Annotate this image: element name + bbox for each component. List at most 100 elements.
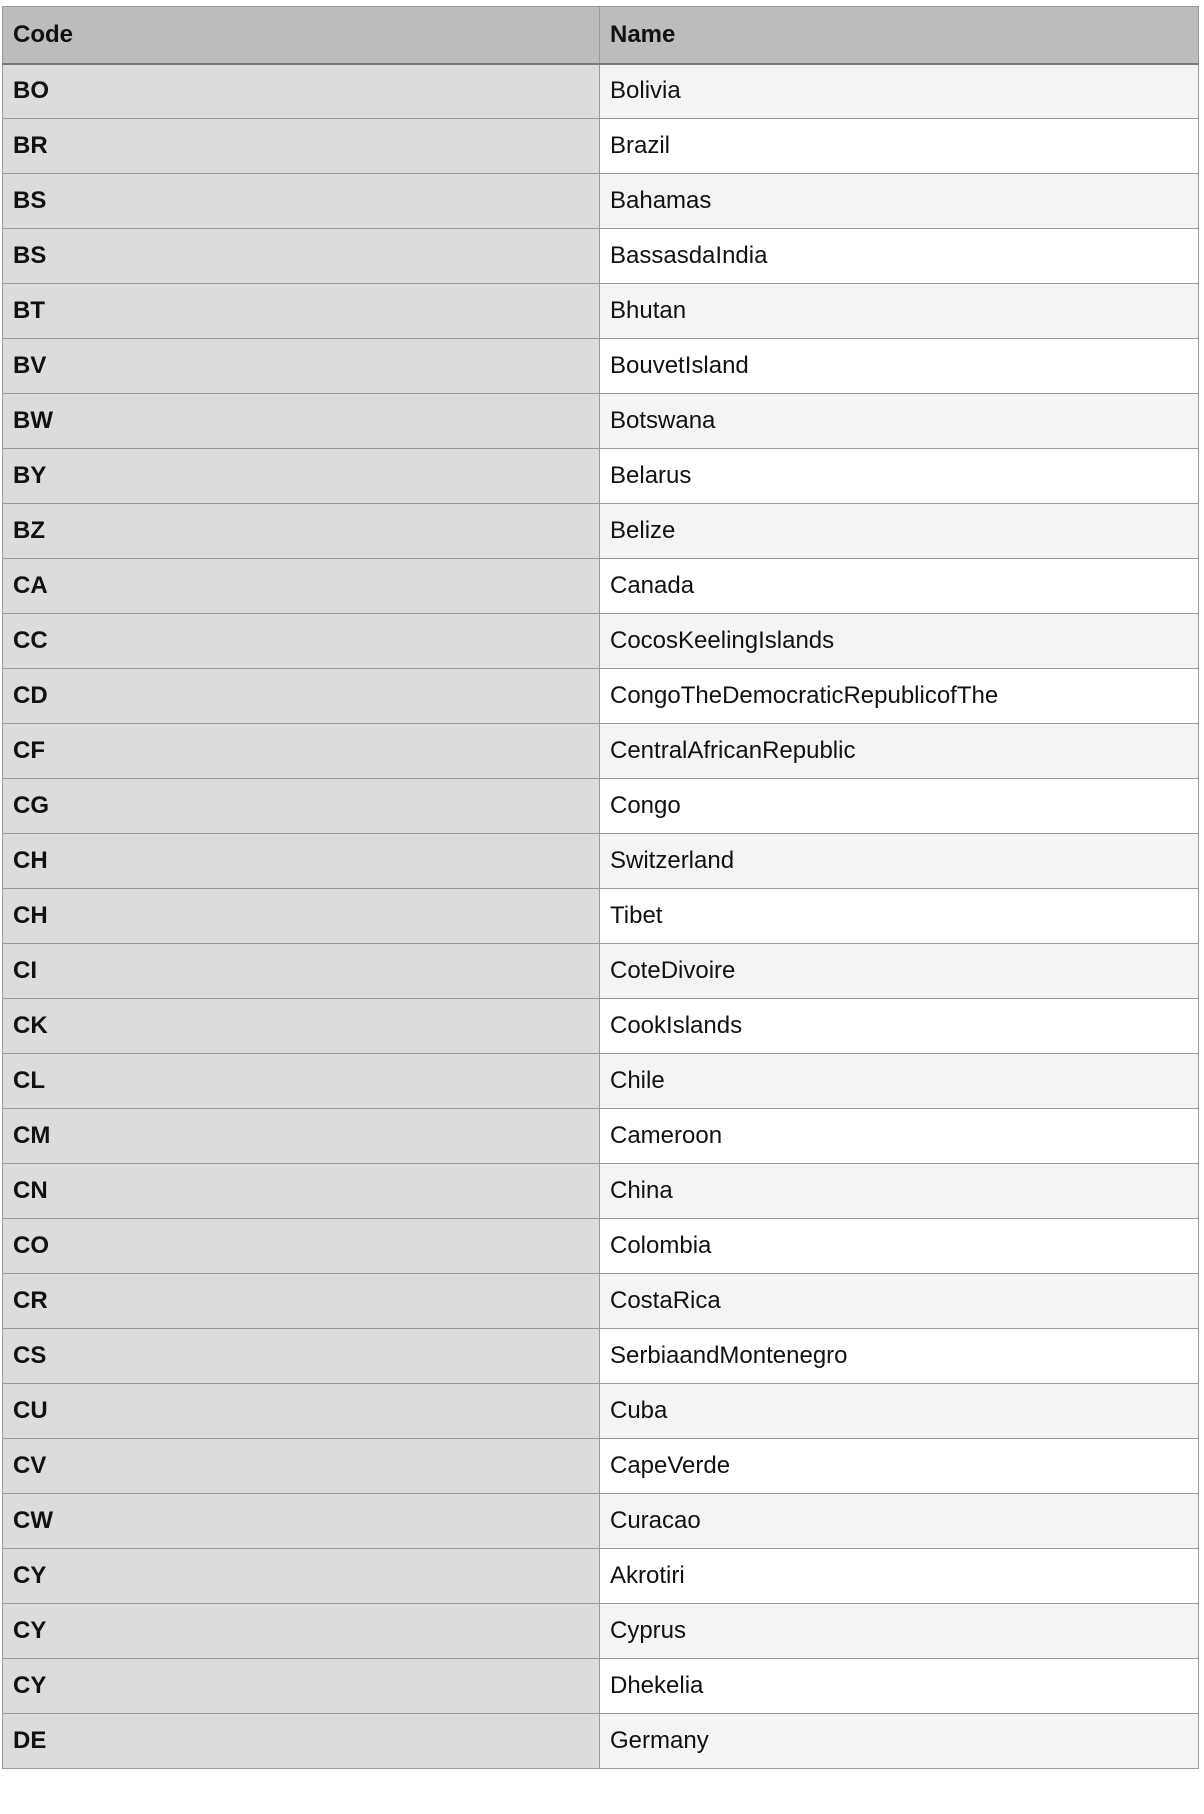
cell-code: BS (2, 173, 600, 229)
table-row[interactable]: CL Chile (2, 1053, 1199, 1109)
table-row[interactable]: CH Switzerland (2, 833, 1199, 889)
table-row[interactable]: CV CapeVerde (2, 1438, 1199, 1494)
cell-name: Belarus (599, 448, 1199, 504)
cell-name: Dhekelia (599, 1658, 1199, 1714)
cell-code: CH (2, 888, 600, 944)
table-row[interactable]: CY Cyprus (2, 1603, 1199, 1659)
table-header: Code Name (2, 6, 1199, 65)
cell-name: Switzerland (599, 833, 1199, 889)
header-row: Code Name (2, 6, 1199, 65)
cell-code: BY (2, 448, 600, 504)
table-row[interactable]: CU Cuba (2, 1383, 1199, 1439)
table-row[interactable]: CA Canada (2, 558, 1199, 614)
country-code-table: Code Name BO Bolivia BR Brazil BS Bahamas BS Ba… (2, 6, 1199, 1769)
cell-name: Cyprus (599, 1603, 1199, 1659)
cell-name: Cameroon (599, 1108, 1199, 1164)
column-header-name[interactable]: Name (599, 6, 1199, 65)
table-row[interactable]: CW Curacao (2, 1493, 1199, 1549)
cell-name: CapeVerde (599, 1438, 1199, 1494)
cell-code: CI (2, 943, 600, 999)
cell-name: CongoTheDemocraticRepublicofThe (599, 668, 1199, 724)
table-row[interactable]: BY Belarus (2, 448, 1199, 504)
table-row[interactable]: CD CongoTheDemocraticRepublicofThe (2, 668, 1199, 724)
cell-code: CY (2, 1603, 600, 1659)
cell-name: Belize (599, 503, 1199, 559)
cell-code: BO (2, 63, 600, 119)
cell-code: CY (2, 1658, 600, 1714)
table-row[interactable]: CN China (2, 1163, 1199, 1219)
cell-name: Brazil (599, 118, 1199, 174)
cell-name: Canada (599, 558, 1199, 614)
table-row[interactable]: BT Bhutan (2, 283, 1199, 339)
cell-code: BW (2, 393, 600, 449)
table-row[interactable]: CK CookIslands (2, 998, 1199, 1054)
cell-code: CD (2, 668, 600, 724)
cell-code: CF (2, 723, 600, 779)
table-row[interactable]: DE Germany (2, 1713, 1199, 1769)
table-row[interactable]: CH Tibet (2, 888, 1199, 944)
cell-code: CC (2, 613, 600, 669)
table-row[interactable]: BS Bahamas (2, 173, 1199, 229)
country-code-table-container: Code Name BO Bolivia BR Brazil BS Bahamas BS Ba… (2, 6, 1199, 1769)
cell-code: CM (2, 1108, 600, 1164)
cell-name: CostaRica (599, 1273, 1199, 1329)
table-row[interactable]: BR Brazil (2, 118, 1199, 174)
cell-name: Colombia (599, 1218, 1199, 1274)
cell-code: CH (2, 833, 600, 889)
cell-code: BS (2, 228, 600, 284)
cell-name: Germany (599, 1713, 1199, 1769)
cell-name: Chile (599, 1053, 1199, 1109)
cell-code: BR (2, 118, 600, 174)
column-header-code[interactable]: Code (2, 6, 600, 65)
table-row[interactable]: CF CentralAfricanRepublic (2, 723, 1199, 779)
cell-name: Botswana (599, 393, 1199, 449)
table-row[interactable]: BO Bolivia (2, 63, 1199, 119)
cell-name: CoteDivoire (599, 943, 1199, 999)
cell-code: CL (2, 1053, 600, 1109)
cell-code: CG (2, 778, 600, 834)
cell-name: Tibet (599, 888, 1199, 944)
cell-name: BassasdaIndia (599, 228, 1199, 284)
table-row[interactable]: CO Colombia (2, 1218, 1199, 1274)
cell-name: SerbiaandMontenegro (599, 1328, 1199, 1384)
cell-name: Bahamas (599, 173, 1199, 229)
table-row[interactable]: CM Cameroon (2, 1108, 1199, 1164)
cell-name: Akrotiri (599, 1548, 1199, 1604)
table-row[interactable]: CY Akrotiri (2, 1548, 1199, 1604)
cell-code: CU (2, 1383, 600, 1439)
table-row[interactable]: CG Congo (2, 778, 1199, 834)
cell-code: CN (2, 1163, 600, 1219)
cell-code: CK (2, 998, 600, 1054)
table-row[interactable]: BS BassasdaIndia (2, 228, 1199, 284)
table-row[interactable]: CC CocosKeelingIslands (2, 613, 1199, 669)
cell-code: DE (2, 1713, 600, 1769)
table-row[interactable]: BZ Belize (2, 503, 1199, 559)
table-row[interactable]: CS SerbiaandMontenegro (2, 1328, 1199, 1384)
cell-code: CO (2, 1218, 600, 1274)
cell-code: BT (2, 283, 600, 339)
table-row[interactable]: CR CostaRica (2, 1273, 1199, 1329)
cell-name: BouvetIsland (599, 338, 1199, 394)
cell-name: Congo (599, 778, 1199, 834)
table-row[interactable]: CI CoteDivoire (2, 943, 1199, 999)
cell-code: CY (2, 1548, 600, 1604)
cell-name: Bolivia (599, 63, 1199, 119)
table-row[interactable]: CY Dhekelia (2, 1658, 1199, 1714)
cell-code: CA (2, 558, 600, 614)
cell-name: China (599, 1163, 1199, 1219)
table-row[interactable]: BW Botswana (2, 393, 1199, 449)
cell-name: CookIslands (599, 998, 1199, 1054)
cell-name: Cuba (599, 1383, 1199, 1439)
cell-code: BZ (2, 503, 600, 559)
cell-name: CentralAfricanRepublic (599, 723, 1199, 779)
table-body: BO Bolivia BR Brazil BS Bahamas BS BassasdaIndi… (2, 63, 1199, 1769)
cell-code: BV (2, 338, 600, 394)
cell-name: Curacao (599, 1493, 1199, 1549)
cell-name: CocosKeelingIslands (599, 613, 1199, 669)
cell-name: Bhutan (599, 283, 1199, 339)
table-row[interactable]: BV BouvetIsland (2, 338, 1199, 394)
cell-code: CW (2, 1493, 600, 1549)
cell-code: CR (2, 1273, 600, 1329)
cell-code: CS (2, 1328, 600, 1384)
cell-code: CV (2, 1438, 600, 1494)
